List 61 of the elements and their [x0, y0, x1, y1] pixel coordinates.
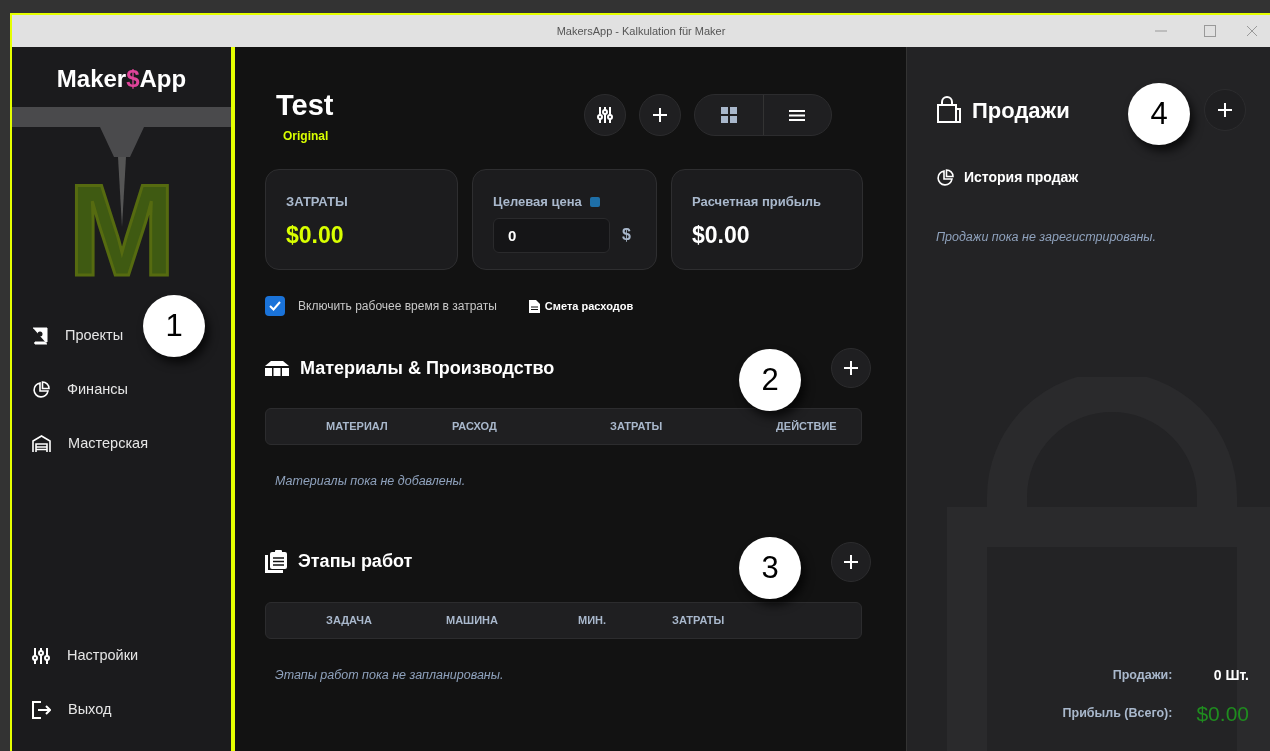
- project-title: Test: [276, 88, 334, 123]
- column-header: РАСХОД: [452, 419, 498, 435]
- empty-message: Продажи пока не зарегистрированы.: [936, 229, 1158, 246]
- logout-icon: [32, 701, 51, 719]
- nav-item[interactable]: Настройки: [12, 629, 143, 683]
- plus-icon: [843, 553, 859, 570]
- add-button[interactable]: [639, 94, 681, 136]
- sliders-icon: [32, 647, 50, 665]
- grid-icon: [720, 107, 737, 123]
- card-label: Целевая цена: [493, 193, 582, 211]
- garage-icon: [32, 435, 51, 453]
- plus-icon: [843, 360, 859, 376]
- column-header: МИН.: [578, 613, 608, 628]
- sales-count: 0 Шт.: [1212, 665, 1249, 685]
- sales-count-label: Продажи:: [1111, 666, 1173, 684]
- add-button[interactable]: [831, 541, 871, 582]
- checkbox[interactable]: [265, 296, 285, 316]
- plus-icon: [1217, 102, 1233, 118]
- checkbox-label: Включить рабочее время в затраты: [298, 298, 497, 315]
- nav-item[interactable]: Выход: [12, 683, 116, 737]
- card-value: $0.00: [692, 220, 751, 250]
- empty-message: Материалы пока не добавлены.: [274, 473, 467, 490]
- column-header: ЗАДАЧА: [326, 613, 373, 628]
- sales-history-title: История продаж: [964, 168, 1079, 187]
- boxes-icon: [265, 360, 289, 376]
- column-header: ЗАТРАТЫ: [672, 613, 726, 628]
- list-icon: [789, 108, 806, 122]
- add-button[interactable]: [831, 348, 871, 388]
- window-title: MakersApp - Kalkulation für Maker: [555, 23, 727, 39]
- plus-icon: [652, 107, 668, 123]
- price-field[interactable]: 0: [493, 217, 610, 253]
- total-profit: $0.00: [1196, 700, 1249, 727]
- cost-estimate-link[interactable]: Смета расходов: [528, 297, 634, 315]
- sliders-icon: [596, 106, 614, 124]
- filter-button[interactable]: [584, 94, 626, 136]
- column-header: МАТЕРИАЛ: [326, 419, 389, 435]
- card-value: $0.00: [286, 220, 345, 250]
- currency-label: $: [622, 225, 631, 245]
- column-header: ДЕЙСТВИЕ: [776, 419, 838, 435]
- section-title: Материалы & Производство: [300, 356, 555, 380]
- sales-title: Продажи: [972, 96, 1070, 125]
- app-logo: Maker$App: [55, 64, 188, 93]
- variant-label: Original: [282, 128, 330, 145]
- printer-logo-drawing: M: [12, 107, 231, 287]
- add-sale-button[interactable]: [1204, 89, 1246, 131]
- card-label: ЗАТРАТЫ: [286, 193, 348, 211]
- nav-item[interactable]: Финансы: [12, 363, 132, 417]
- section-title: Этапы работ: [298, 550, 413, 574]
- nav-item[interactable]: Проекты: [12, 309, 128, 363]
- empty-message: Этапы работ пока не запланированы.: [274, 666, 505, 684]
- total-profit-label: Прибыль (Всего):: [1062, 704, 1173, 722]
- card-label: Расчетная прибыль: [692, 193, 822, 211]
- check-icon: [269, 301, 281, 311]
- clipboard-icon: [265, 550, 287, 574]
- pie-chart-icon: [32, 381, 50, 399]
- shopping-bag-icon: [936, 96, 962, 124]
- column-header: МАШИНА: [446, 613, 499, 628]
- nav-item[interactable]: Мастерская: [12, 417, 152, 471]
- column-header: ЗАТРАТЫ: [610, 419, 664, 435]
- document-icon: [528, 299, 540, 313]
- pie-chart-icon: [936, 168, 954, 187]
